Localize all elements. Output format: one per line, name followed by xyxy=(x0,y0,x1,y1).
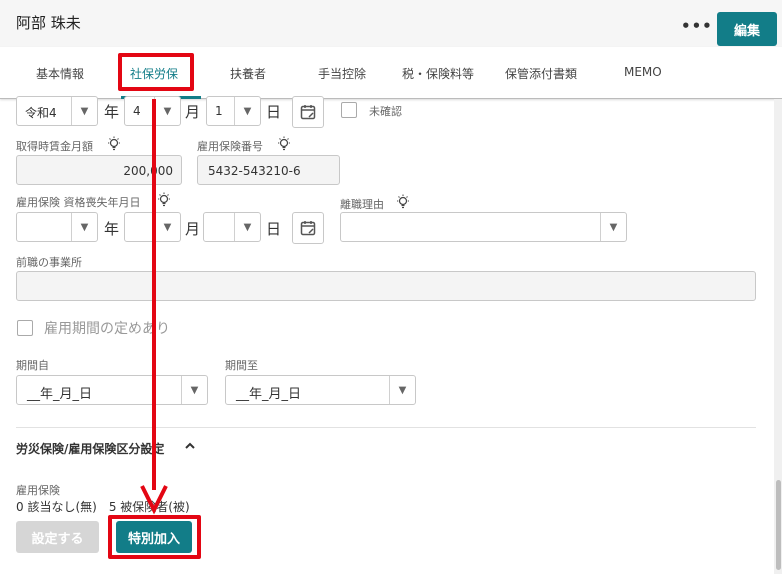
chevron-up-icon[interactable] xyxy=(184,440,196,452)
loss-day-unit: 日 xyxy=(266,220,282,238)
special-enrollment-button[interactable]: 特別加入 xyxy=(116,521,192,553)
insurance-number-label: 雇用保険番号 xyxy=(197,140,263,153)
employee-name: 阿部 珠未 xyxy=(16,14,81,32)
month-value: 4 xyxy=(133,104,141,118)
salary-label: 取得時賃金月額 xyxy=(16,140,93,153)
chevron-down-icon: ▼ xyxy=(181,376,207,404)
period-to-label: 期間至 xyxy=(225,359,258,372)
day-unit: 日 xyxy=(266,103,282,121)
day-value: 1 xyxy=(215,104,223,118)
insurance-number-field[interactable]: 5432-543210-6 xyxy=(197,155,340,185)
chevron-down-icon: ▼ xyxy=(71,213,97,241)
tab-memo[interactable]: MEMO xyxy=(624,65,662,79)
lightbulb-icon[interactable] xyxy=(156,192,172,208)
unconfirmed-checkbox[interactable] xyxy=(341,102,357,118)
salary-field[interactable]: 200,000 xyxy=(16,155,182,185)
tab-bar: 基本情報 社保労保 扶養者 手当控除 税・保険料等 保管添付書類 MEMO xyxy=(0,47,782,99)
tab-allowances[interactable]: 手当控除 xyxy=(318,65,366,82)
employment-insurance-value: 0 該当なし(無) 5 被保険者(被) xyxy=(16,500,190,514)
era-value: 令和4 xyxy=(25,106,57,120)
lightbulb-icon[interactable] xyxy=(395,194,411,210)
loss-month-unit: 月 xyxy=(185,220,201,238)
month-select[interactable]: 4 ▼ xyxy=(124,96,181,126)
period-from-label: 期間自 xyxy=(16,359,49,372)
calendar-icon xyxy=(300,221,316,236)
chevron-down-icon: ▼ xyxy=(234,97,260,125)
day-select[interactable]: 1 ▼ xyxy=(206,96,261,126)
month-unit: 月 xyxy=(185,103,201,121)
page-header: 阿部 珠未 ••• 編集 xyxy=(0,0,782,47)
salary-value: 200,000 xyxy=(123,164,173,178)
tab-basic-info[interactable]: 基本情報 xyxy=(36,65,84,82)
scrollbar-thumb[interactable] xyxy=(776,480,781,570)
chevron-down-icon: ▼ xyxy=(600,213,626,241)
lightbulb-icon[interactable] xyxy=(276,136,292,152)
prev-office-label: 前職の事業所 xyxy=(16,256,82,269)
unconfirmed-label: 未確認 xyxy=(369,105,402,118)
employment-period-checkbox[interactable] xyxy=(17,320,33,336)
chevron-down-icon: ▼ xyxy=(71,97,97,125)
insurance-number-value: 5432-543210-6 xyxy=(208,164,301,178)
year-unit: 年 xyxy=(104,103,120,121)
tab-attachments[interactable]: 保管添付書類 xyxy=(505,65,577,82)
section-divider xyxy=(16,427,756,428)
prev-office-field[interactable] xyxy=(16,271,756,301)
edit-button[interactable]: 編集 xyxy=(717,12,777,46)
lightbulb-icon[interactable] xyxy=(106,136,122,152)
loss-era-select[interactable]: ▼ xyxy=(16,212,98,242)
employment-insurance-label: 雇用保険 xyxy=(16,484,60,497)
section-title[interactable]: 労災保険/雇用保険区分設定 xyxy=(16,440,164,457)
calendar-icon xyxy=(300,105,316,120)
leave-reason-select[interactable]: ▼ xyxy=(340,212,627,242)
chevron-down-icon: ▼ xyxy=(234,213,260,241)
tab-dependents[interactable]: 扶養者 xyxy=(230,65,266,82)
period-from-value: __年_月_日 xyxy=(27,387,93,402)
leave-reason-label: 離職理由 xyxy=(340,198,384,211)
loss-month-select[interactable]: ▼ xyxy=(124,212,181,242)
chevron-down-icon: ▼ xyxy=(389,376,415,404)
loss-year-unit: 年 xyxy=(104,220,120,238)
tab-social-insurance[interactable]: 社保労保 xyxy=(130,65,178,82)
era-select[interactable]: 令和4 ▼ xyxy=(16,96,98,126)
calendar-button[interactable] xyxy=(292,212,324,244)
no-setting-button[interactable]: 設定する xyxy=(16,521,99,553)
calendar-button[interactable] xyxy=(292,96,324,128)
period-from-select[interactable]: __年_月_日 ▼ xyxy=(16,375,208,405)
chevron-down-icon: ▼ xyxy=(154,97,180,125)
employment-period-label: 雇用期間の定めあり xyxy=(44,321,170,337)
chevron-down-icon: ▼ xyxy=(154,213,180,241)
loss-day-select[interactable]: ▼ xyxy=(203,212,261,242)
loss-date-label: 雇用保険 資格喪失年月日 xyxy=(16,196,141,209)
more-options-button[interactable]: ••• xyxy=(681,18,713,34)
tab-tax-insurance[interactable]: 税・保険料等 xyxy=(402,65,474,82)
period-to-select[interactable]: __年_月_日 ▼ xyxy=(225,375,416,405)
period-to-value: __年_月_日 xyxy=(236,387,302,402)
